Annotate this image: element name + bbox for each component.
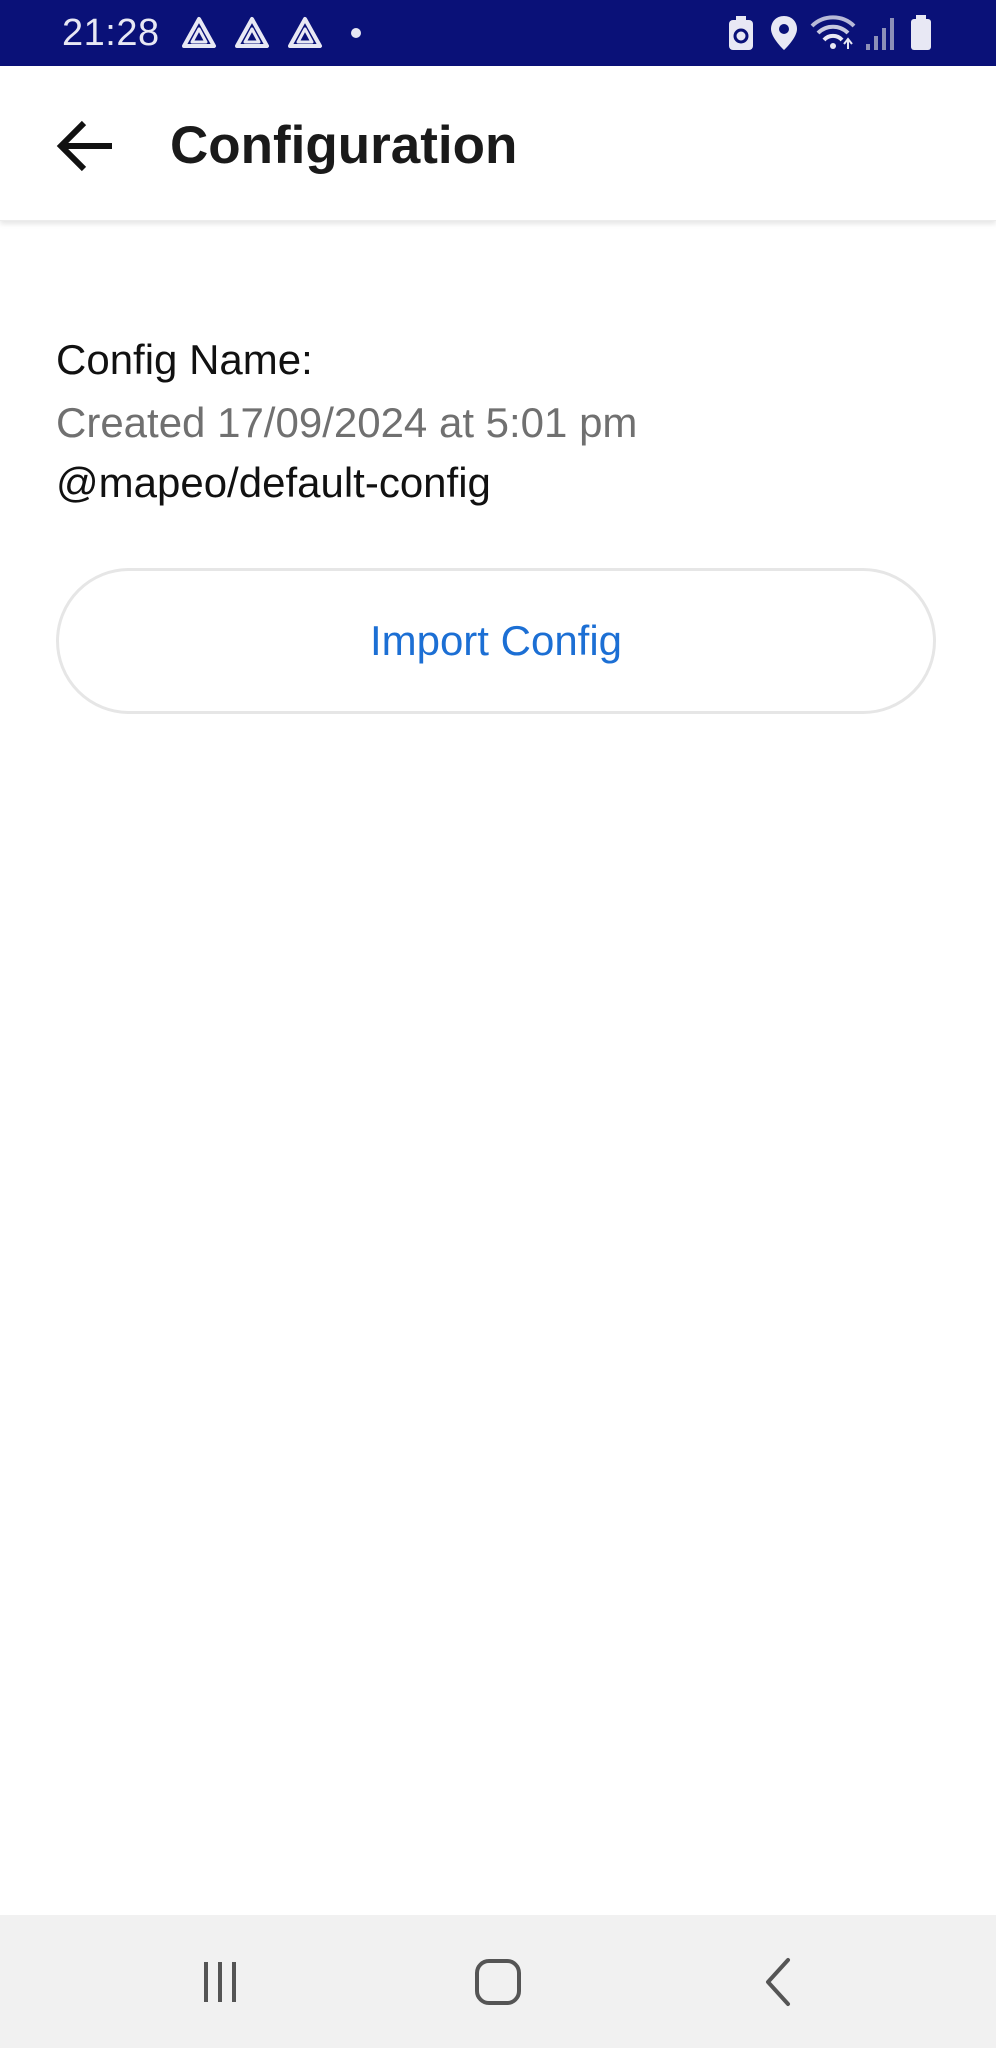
config-name-label: Config Name: [56,336,313,383]
battery-saver-icon [726,14,756,57]
configuration-screen: 21:28 Configuration Config Name: Created… [0,0,996,2048]
back-icon [766,1957,790,2006]
home-icon [475,1958,521,2005]
import-config-button[interactable]: Import Config [56,568,936,714]
drive-icon [180,14,218,57]
home-button[interactable] [438,1915,558,2048]
wifi-icon [810,14,856,57]
status-bar: 21:28 [0,0,996,66]
status-time: 21:28 [62,12,160,54]
location-icon [768,14,800,57]
drive-icon [286,14,324,57]
config-id: @mapeo/default-config [56,459,491,506]
back-nav-button[interactable] [718,1915,838,2048]
back-button[interactable] [46,106,126,186]
battery-icon [908,14,934,57]
config-created-date: Created 17/09/2024 at 5:01 pm [56,399,638,446]
signal-icon [864,14,900,57]
arrow-back-icon [56,120,112,172]
drive-icon [233,14,271,57]
page-title: Configuration [170,116,518,175]
import-config-label: Import Config [369,617,623,664]
app-bar: Configuration [0,66,996,221]
dot-icon [348,14,364,57]
recent-apps-icon [204,1961,236,2002]
recent-apps-button[interactable] [160,1915,280,2048]
system-nav-bar [0,1915,996,2048]
